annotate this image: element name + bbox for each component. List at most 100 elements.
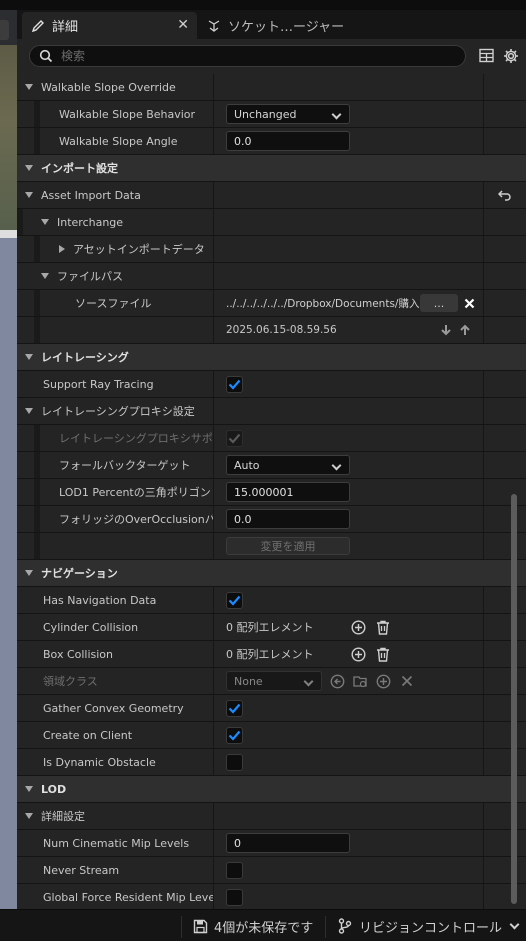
expand-arrow-icon[interactable] xyxy=(25,84,33,90)
row-cylinder-collision: Cylinder Collision 0 配列エレメント xyxy=(17,614,526,641)
proxy-support-label: レイトレーシングプロキシサポート xyxy=(59,432,213,445)
row-asset-import-sub[interactable]: アセットインポートデータ xyxy=(17,236,526,263)
row-timestamp: 2025.06.15-08.59.56 xyxy=(17,317,526,344)
search-row xyxy=(17,39,526,74)
never-stream-checkbox[interactable] xyxy=(226,861,243,879)
expand-arrow-icon[interactable] xyxy=(25,786,33,792)
proxy-settings-label: レイトレーシングプロキシ設定 xyxy=(41,405,195,418)
lod1-percent-input[interactable]: 15.000001 xyxy=(226,482,350,502)
gather-convex-checkbox[interactable] xyxy=(226,699,243,717)
row-area-class: 領域クラス None xyxy=(17,668,526,695)
table-view-icon[interactable] xyxy=(479,48,494,63)
box-collision-label: Box Collision xyxy=(43,647,114,661)
expand-arrow-icon[interactable] xyxy=(41,219,49,225)
category-import-settings[interactable]: インポート設定 xyxy=(17,155,526,182)
expand-arrow-icon[interactable] xyxy=(59,245,65,253)
fallback-target-value: Auto xyxy=(234,458,260,472)
chevron-down-icon xyxy=(509,919,520,929)
trash-icon[interactable] xyxy=(376,647,390,662)
search-input[interactable] xyxy=(61,49,441,63)
navigation-title: ナビゲーション xyxy=(41,567,118,580)
row-num-cinematic-mip: Num Cinematic Mip Levels 0 xyxy=(17,830,526,857)
row-proxy-settings[interactable]: レイトレーシングプロキシ設定 xyxy=(17,398,526,425)
row-support-ray-tracing: Support Ray Tracing xyxy=(17,371,526,398)
gear-icon[interactable] xyxy=(503,48,519,64)
source-file-label: ソースファイル xyxy=(75,297,152,310)
walkable-angle-input[interactable]: 0.0 xyxy=(226,131,350,151)
global-force-resident-label: Global Force Resident Mip Levels xyxy=(43,890,214,904)
close-icon[interactable]: ✕ xyxy=(177,17,189,33)
revision-control-button[interactable]: リビジョンコントロール xyxy=(338,910,520,941)
search-box[interactable] xyxy=(29,45,466,67)
import-settings-title: インポート設定 xyxy=(41,162,118,175)
gather-convex-label: Gather Convex Geometry xyxy=(43,701,184,715)
property-rows: Walkable Slope Override Walkable Slope B… xyxy=(17,74,526,909)
add-element-icon[interactable] xyxy=(351,646,366,662)
foliage-bias-input[interactable]: 0.0 xyxy=(226,509,350,529)
category-ray-tracing[interactable]: レイトレーシング xyxy=(17,344,526,371)
dynamic-obstacle-checkbox[interactable] xyxy=(226,753,243,771)
pencil-icon xyxy=(30,18,46,34)
trash-icon[interactable] xyxy=(376,620,390,635)
add-element-icon[interactable] xyxy=(351,619,366,635)
num-cinematic-mip-label: Num Cinematic Mip Levels xyxy=(43,836,190,850)
row-lod1-percent: LOD1 Percentの三角ポリゴン 15.000001 xyxy=(17,479,526,506)
interchange-label: Interchange xyxy=(57,215,124,229)
walkable-behavior-dropdown[interactable]: Unchanged xyxy=(226,104,350,124)
row-fallback-target: フォールバックターゲット Auto xyxy=(17,452,526,479)
move-down-icon[interactable] xyxy=(440,324,452,336)
expand-arrow-icon[interactable] xyxy=(41,273,49,279)
row-walkable-behavior: Walkable Slope Behavior Unchanged xyxy=(17,101,526,128)
use-selected-icon xyxy=(330,674,345,689)
details-panel: Walkable Slope Override Walkable Slope B… xyxy=(17,39,526,909)
create-on-client-checkbox[interactable] xyxy=(226,726,243,744)
expand-arrow-icon[interactable] xyxy=(25,192,33,198)
row-walkable-angle: Walkable Slope Angle 0.0 xyxy=(17,128,526,155)
vertical-scrollbar[interactable] xyxy=(511,494,517,904)
socket-icon xyxy=(206,18,222,34)
status-bar: 4個が未保存です リビジョンコントロール xyxy=(0,909,526,941)
move-up-icon[interactable] xyxy=(459,324,471,336)
row-has-navigation-data: Has Navigation Data xyxy=(17,587,526,614)
category-navigation[interactable]: ナビゲーション xyxy=(17,560,526,587)
cylinder-collision-value: 0 配列エレメント xyxy=(226,621,314,634)
browse-button[interactable]: ... xyxy=(420,294,458,312)
row-walkable-slope-override[interactable]: Walkable Slope Override xyxy=(17,74,526,101)
apply-changes-button[interactable]: 変更を適用 xyxy=(226,537,350,555)
save-icon xyxy=(193,919,208,934)
row-box-collision: Box Collision 0 配列エレメント xyxy=(17,641,526,668)
tab-details-label: 詳細 xyxy=(52,20,79,35)
row-asset-import-data[interactable]: Asset Import Data xyxy=(17,182,526,209)
num-cinematic-mip-input[interactable]: 0 xyxy=(226,833,350,853)
category-lod[interactable]: LOD xyxy=(17,776,526,803)
global-force-resident-checkbox[interactable] xyxy=(226,888,243,906)
fallback-target-dropdown[interactable]: Auto xyxy=(226,455,350,475)
expand-arrow-icon[interactable] xyxy=(25,165,33,171)
expand-arrow-icon[interactable] xyxy=(25,354,33,360)
tab-socket-manager[interactable]: ソケット…ージャー xyxy=(198,12,398,39)
has-navigation-data-checkbox[interactable] xyxy=(226,591,243,609)
row-dynamic-obstacle: Is Dynamic Obstacle xyxy=(17,749,526,776)
clear-icon xyxy=(401,675,413,687)
reset-arrow-icon[interactable] xyxy=(498,189,512,201)
tab-bar: 詳細 ✕ ソケット…ージャー xyxy=(17,10,526,39)
area-class-dropdown: None xyxy=(226,671,322,691)
row-detail-settings[interactable]: 詳細設定 xyxy=(17,803,526,830)
top-strip xyxy=(0,0,526,10)
foliage-bias-label: フォリッジのOverOcclusionバイアス xyxy=(59,513,214,526)
viewport-handle[interactable] xyxy=(0,20,9,40)
row-file-path[interactable]: ファイルパス xyxy=(17,263,526,290)
dynamic-obstacle-label: Is Dynamic Obstacle xyxy=(43,755,156,769)
unsaved-assets-button[interactable]: 4個が未保存です xyxy=(193,910,313,941)
clear-icon[interactable] xyxy=(464,298,475,309)
create-on-client-label: Create on Client xyxy=(43,728,133,742)
tab-details[interactable]: 詳細 ✕ xyxy=(22,12,197,39)
expand-arrow-icon[interactable] xyxy=(25,570,33,576)
chevron-down-icon xyxy=(303,676,314,687)
row-foliage-bias: フォリッジのOverOcclusionバイアス 0.0 xyxy=(17,506,526,533)
revision-control-label: リビジョンコントロール xyxy=(359,920,503,936)
expand-arrow-icon[interactable] xyxy=(25,813,33,819)
expand-arrow-icon[interactable] xyxy=(25,408,33,414)
support-ray-tracing-checkbox[interactable] xyxy=(226,375,243,393)
row-interchange[interactable]: Interchange xyxy=(17,209,526,236)
